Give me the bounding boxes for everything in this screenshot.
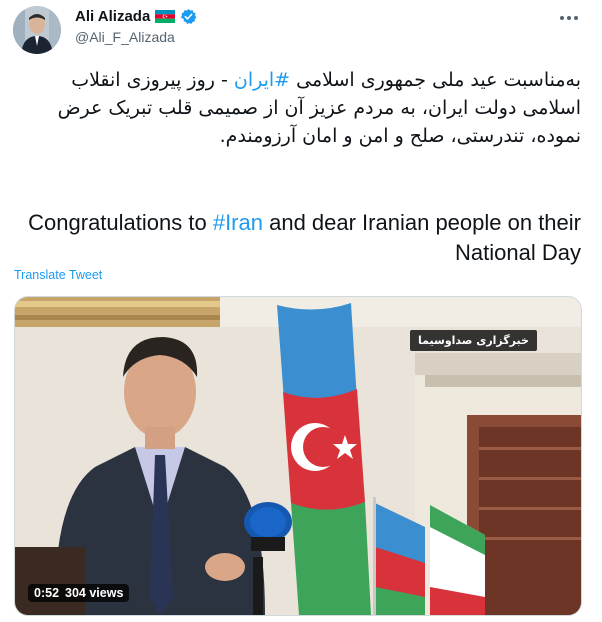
avatar[interactable] bbox=[13, 6, 61, 54]
tweet-text-english: Congratulations to #Iran and dear Irania… bbox=[14, 208, 581, 268]
hashtag-link-iran[interactable]: #Iran bbox=[213, 210, 263, 235]
more-options-icon[interactable] bbox=[558, 6, 580, 26]
tweet-text-en-part2: and dear Iranian people on their Nationa… bbox=[262, 210, 581, 265]
news-channel-watermark: خبرگزاری صداوسیما bbox=[410, 330, 537, 351]
hashtag-link-iran-fa[interactable]: #ایران bbox=[234, 69, 290, 91]
tweet-text-fa-part1: به‌مناسبت عید ملی جمهوری اسلامی bbox=[290, 69, 581, 91]
user-handle[interactable]: @Ali_F_Alizada bbox=[75, 29, 175, 45]
video-stats-badge: 0:52 304 views bbox=[28, 584, 130, 602]
avatar-image bbox=[13, 6, 61, 54]
verified-badge-icon bbox=[180, 8, 197, 25]
video-player[interactable]: خبرگزاری صداوسیما 0:52 304 views bbox=[14, 296, 582, 616]
display-name[interactable]: Ali Alizada bbox=[75, 8, 150, 25]
video-duration: 0:52 bbox=[34, 586, 60, 600]
translate-tweet-link[interactable]: Translate Tweet bbox=[14, 268, 102, 282]
azerbaijan-flag-icon bbox=[155, 10, 176, 23]
tweet-text-persian: به‌مناسبت عید ملی جمهوری اسلامی #ایران -… bbox=[14, 66, 581, 150]
tweet-text-en-part1: Congratulations to bbox=[28, 210, 213, 235]
video-views: 304 views bbox=[65, 586, 124, 600]
